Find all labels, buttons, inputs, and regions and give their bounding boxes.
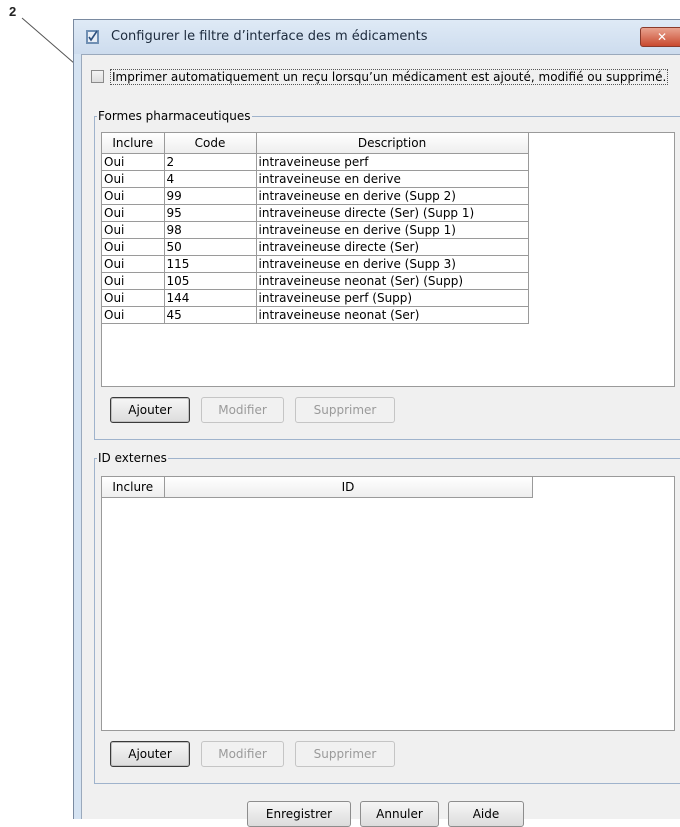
table-row[interactable]: Oui 99 intraveineuse en derive (Supp 2) [102, 187, 529, 205]
include-cell: Oui [102, 170, 165, 188]
include-cell: Oui [102, 187, 165, 205]
forms-group-legend: Formes pharmaceutiques [98, 109, 251, 123]
table-row[interactable]: Oui 105 intraveineuse neonat (Ser) (Supp) [102, 272, 529, 290]
forms-delete-button[interactable]: Supprimer [295, 397, 395, 423]
code-cell: 144 [163, 289, 257, 307]
include-cell: Oui [102, 272, 165, 290]
description-cell: intraveineuse directe (Ser) (Supp 1) [255, 204, 529, 222]
description-cell: intraveineuse en derive (Supp 1) [255, 221, 529, 239]
description-cell: intraveineuse neonat (Ser) [255, 306, 529, 324]
column-header-code[interactable]: Code [163, 133, 257, 154]
code-cell: 98 [163, 221, 257, 239]
table-row[interactable]: Oui 98 intraveineuse en derive (Supp 1) [102, 221, 529, 239]
description-cell: intraveineuse perf [255, 153, 529, 171]
close-icon: ✕ [656, 30, 668, 44]
forms-table-body: Oui 2 intraveineuse perf Oui 4 intraveineuse … [102, 153, 529, 324]
forms-group: Formes pharmaceutiques Inclure Code Desc… [94, 109, 680, 440]
description-cell: intraveineuse directe (Ser) [255, 238, 529, 256]
code-cell: 4 [163, 170, 257, 188]
table-row[interactable]: Oui 144 intraveineuse perf (Supp) [102, 289, 529, 307]
help-button[interactable]: Aide [448, 801, 524, 827]
table-row[interactable]: Oui 45 intraveineuse neonat (Ser) [102, 306, 529, 324]
column-header-description[interactable]: Description [255, 133, 529, 154]
print-receipt-label[interactable]: Imprimer automatiquement un reçu lorsqu’… [110, 68, 669, 85]
external-ids-button-row: Ajouter Modifier Supprimer [110, 741, 406, 767]
external-ids-add-button[interactable]: Ajouter [110, 741, 190, 767]
external-ids-table-area[interactable]: Inclure ID [101, 476, 675, 731]
external-ids-edit-button[interactable]: Modifier [201, 741, 284, 767]
description-cell: intraveineuse en derive [255, 170, 529, 188]
cancel-button[interactable]: Annuler [360, 801, 439, 827]
print-receipt-checkbox[interactable] [91, 70, 104, 83]
code-cell: 105 [163, 272, 257, 290]
external-ids-table: Inclure ID [102, 477, 533, 498]
table-row[interactable]: Oui 4 intraveineuse en derive [102, 170, 529, 188]
include-cell: Oui [102, 238, 165, 256]
external-ids-group: ID externes Inclure ID Ajouter Modifier Su… [94, 451, 680, 784]
table-row[interactable]: Oui 95 intraveineuse directe (Ser) (Supp 1… [102, 204, 529, 222]
close-button[interactable]: ✕ [640, 27, 680, 47]
description-cell: intraveineuse en derive (Supp 3) [255, 255, 529, 273]
title-bar[interactable]: Configurer le filtre d’interface des m é… [74, 20, 680, 54]
code-cell: 2 [163, 153, 257, 171]
table-row[interactable]: Oui 115 intraveineuse en derive (Supp 3) [102, 255, 529, 273]
code-cell: 115 [163, 255, 257, 273]
include-cell: Oui [102, 153, 165, 171]
app-icon [86, 30, 99, 44]
include-cell: Oui [102, 255, 165, 273]
external-ids-group-legend: ID externes [98, 451, 167, 465]
column-header-include[interactable]: Inclure [102, 477, 165, 498]
forms-table-area[interactable]: Inclure Code Description Oui 2 intraveineu… [101, 132, 675, 387]
include-cell: Oui [102, 306, 165, 324]
include-cell: Oui [102, 204, 165, 222]
include-cell: Oui [102, 221, 165, 239]
code-cell: 45 [163, 306, 257, 324]
dialog-footer-buttons: Enregistrer Annuler Aide [247, 801, 533, 827]
external-ids-delete-button[interactable]: Supprimer [295, 741, 395, 767]
dialog-title: Configurer le filtre d’interface des m é… [111, 29, 428, 44]
forms-add-button[interactable]: Ajouter [110, 397, 190, 423]
description-cell: intraveineuse perf (Supp) [255, 289, 529, 307]
dialog-window: Configurer le filtre d’interface des m é… [73, 19, 680, 827]
forms-button-row: Ajouter Modifier Supprimer [110, 397, 406, 423]
table-row[interactable]: Oui 50 intraveineuse directe (Ser) [102, 238, 529, 256]
description-cell: intraveineuse en derive (Supp 2) [255, 187, 529, 205]
forms-table: Inclure Code Description Oui 2 intraveineu… [102, 133, 529, 324]
save-button[interactable]: Enregistrer [247, 801, 351, 827]
table-row[interactable]: Oui 2 intraveineuse perf [102, 153, 529, 171]
include-cell: Oui [102, 289, 165, 307]
code-cell: 50 [163, 238, 257, 256]
print-receipt-row[interactable]: Imprimer automatiquement un reçu lorsqu’… [91, 68, 669, 85]
dialog-body: Imprimer automatiquement un reçu lorsqu’… [81, 54, 680, 827]
forms-edit-button[interactable]: Modifier [201, 397, 284, 423]
description-cell: intraveineuse neonat (Ser) (Supp) [255, 272, 529, 290]
column-header-include[interactable]: Inclure [102, 133, 165, 154]
column-header-id[interactable]: ID [163, 477, 533, 498]
code-cell: 95 [163, 204, 257, 222]
code-cell: 99 [163, 187, 257, 205]
